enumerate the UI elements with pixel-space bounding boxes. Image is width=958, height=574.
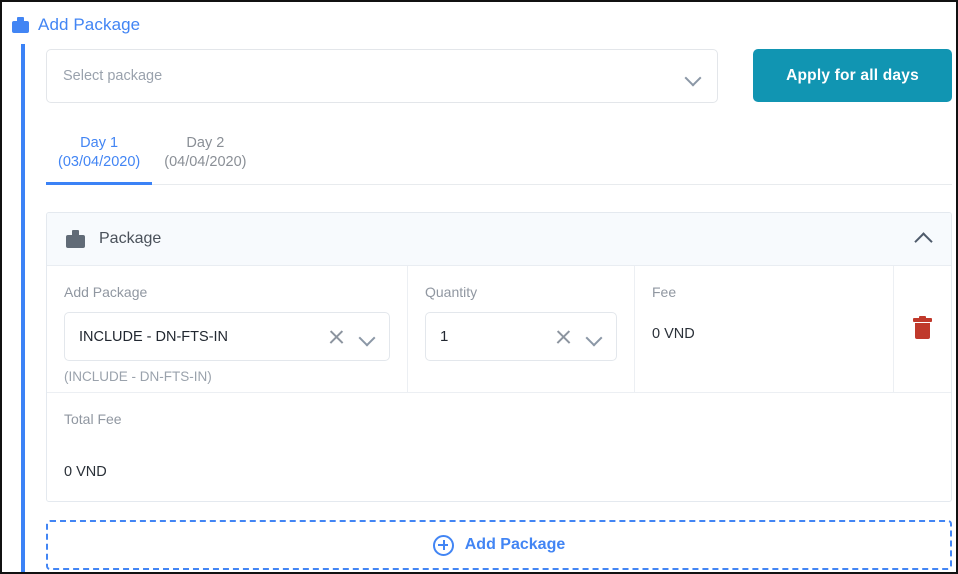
tab-day-2-date: (04/04/2020) bbox=[164, 153, 246, 172]
page-title: Add Package bbox=[38, 15, 140, 35]
left-accent-bar bbox=[21, 44, 25, 572]
tab-day-1-date: (03/04/2020) bbox=[58, 153, 140, 172]
package-card: Package Add Package INCLUDE - DN-FTS-IN … bbox=[46, 212, 952, 502]
chevron-down-icon bbox=[586, 329, 602, 345]
fee-label: Fee bbox=[652, 284, 876, 300]
quantity-label: Quantity bbox=[425, 284, 617, 300]
fee-cell: Fee 0 VND bbox=[635, 266, 894, 392]
chevron-down-icon bbox=[685, 69, 701, 85]
apply-for-all-days-button[interactable]: Apply for all days bbox=[753, 49, 952, 102]
add-package-label: Add Package bbox=[64, 284, 390, 300]
quantity-value: 1 bbox=[440, 328, 448, 345]
add-package-button-label: Add Package bbox=[465, 536, 565, 554]
add-package-select[interactable]: INCLUDE - DN-FTS-IN bbox=[64, 312, 390, 361]
quantity-select[interactable]: 1 bbox=[425, 312, 617, 361]
total-fee-block: Total Fee 0 VND bbox=[47, 393, 951, 480]
total-fee-label: Total Fee bbox=[64, 411, 934, 427]
plus-circle-icon bbox=[433, 535, 454, 556]
tab-day-1-label: Day 1 bbox=[58, 134, 140, 153]
package-card-header[interactable]: Package bbox=[47, 213, 951, 266]
tab-day-1[interactable]: Day 1 (03/04/2020) bbox=[46, 130, 152, 185]
chevron-up-icon[interactable] bbox=[913, 229, 933, 249]
close-icon[interactable] bbox=[328, 329, 345, 346]
add-package-button[interactable]: Add Package bbox=[46, 520, 952, 570]
package-fields-row: Add Package INCLUDE - DN-FTS-IN (INCLUDE… bbox=[47, 266, 951, 393]
trash-icon[interactable] bbox=[913, 318, 932, 340]
page-header: Add Package bbox=[12, 12, 140, 38]
tab-day-2-label: Day 2 bbox=[164, 134, 246, 153]
quantity-field-cell: Quantity 1 bbox=[408, 266, 635, 392]
chevron-down-icon bbox=[359, 329, 375, 345]
delete-row-cell bbox=[894, 266, 951, 392]
package-card-title: Package bbox=[99, 230, 913, 248]
screenshot-frame: Add Package Select package Apply for all… bbox=[0, 0, 958, 574]
add-package-hint: (INCLUDE - DN-FTS-IN) bbox=[64, 369, 390, 384]
package-select-placeholder: Select package bbox=[63, 68, 162, 84]
day-tabs: Day 1 (03/04/2020) Day 2 (04/04/2020) bbox=[46, 130, 952, 185]
top-controls-row: Select package Apply for all days bbox=[46, 48, 952, 103]
tab-day-2[interactable]: Day 2 (04/04/2020) bbox=[152, 130, 258, 185]
add-package-field-cell: Add Package INCLUDE - DN-FTS-IN (INCLUDE… bbox=[47, 266, 408, 392]
total-fee-value: 0 VND bbox=[64, 464, 934, 480]
add-package-panel: Add Package Select package Apply for all… bbox=[2, 2, 956, 572]
close-icon[interactable] bbox=[555, 329, 572, 346]
briefcase-icon bbox=[12, 17, 29, 33]
fee-value: 0 VND bbox=[652, 326, 876, 342]
package-select[interactable]: Select package bbox=[46, 49, 718, 103]
add-package-value: INCLUDE - DN-FTS-IN bbox=[79, 329, 228, 345]
briefcase-icon bbox=[66, 230, 85, 248]
